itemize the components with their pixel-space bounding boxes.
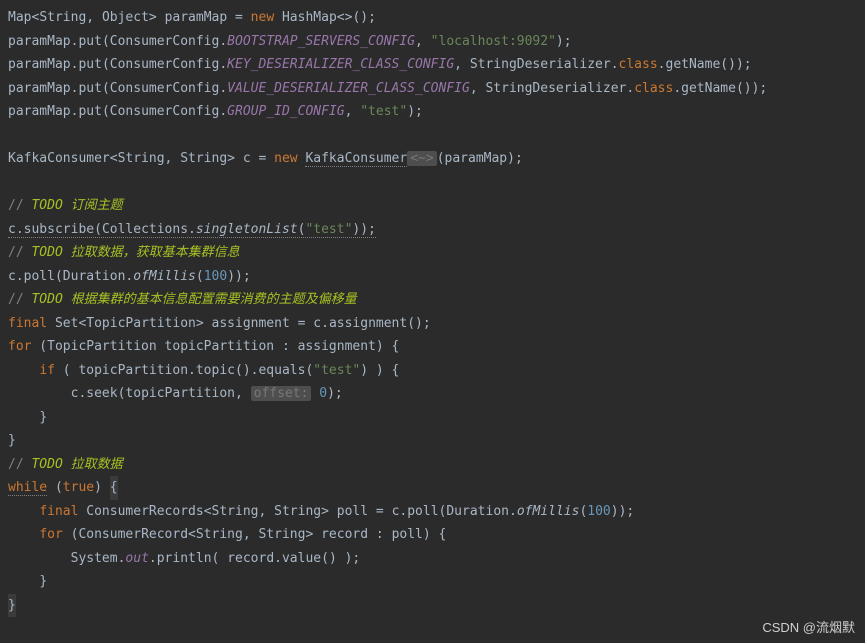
code-line: paramMap.put(ConsumerConfig.GROUP_ID_CON… <box>8 104 423 119</box>
code-line: paramMap.put(ConsumerConfig.KEY_DESERIAL… <box>8 57 752 72</box>
code-line: c.subscribe(Collections.singletonList("t… <box>8 222 376 238</box>
code-line: } <box>8 598 16 613</box>
code-line: } <box>8 433 16 448</box>
code-line: c.poll(Duration.ofMillis(100)); <box>8 269 251 284</box>
comment-line: // TODO 根据集群的基本信息配置需要消费的主题及偏移量 <box>8 292 357 307</box>
code-line: paramMap.put(ConsumerConfig.BOOTSTRAP_SE… <box>8 34 572 49</box>
code-line: } <box>8 410 47 425</box>
code-line: while (true) { <box>8 480 118 495</box>
code-line: } <box>8 574 47 589</box>
code-line: KafkaConsumer<String, String> c = new Ka… <box>8 151 523 167</box>
comment-line: // TODO 拉取数据，获取基本集群信息 <box>8 245 240 260</box>
code-line: System.out.println( record.value() ); <box>8 551 360 566</box>
code-line: Map<String, Object> paramMap = new HashM… <box>8 10 376 25</box>
comment-line: // TODO 拉取数据 <box>8 457 123 472</box>
comment-line: // TODO 订阅主题 <box>8 198 123 213</box>
code-line: if ( topicPartition.topic().equals("test… <box>8 363 399 378</box>
code-line: final Set<TopicPartition> assignment = c… <box>8 316 431 331</box>
code-line <box>8 128 16 143</box>
watermark: CSDN @流烟默 <box>762 616 855 640</box>
code-line: paramMap.put(ConsumerConfig.VALUE_DESERI… <box>8 81 767 96</box>
code-line: for (ConsumerRecord<String, String> reco… <box>8 527 446 542</box>
code-editor[interactable]: Map<String, Object> paramMap = new HashM… <box>8 6 857 617</box>
code-line: for (TopicPartition topicPartition : ass… <box>8 339 399 354</box>
code-line: c.seek(topicPartition, offset: 0); <box>8 386 343 401</box>
code-line: final ConsumerRecords<String, String> po… <box>8 504 634 519</box>
code-line <box>8 175 16 190</box>
